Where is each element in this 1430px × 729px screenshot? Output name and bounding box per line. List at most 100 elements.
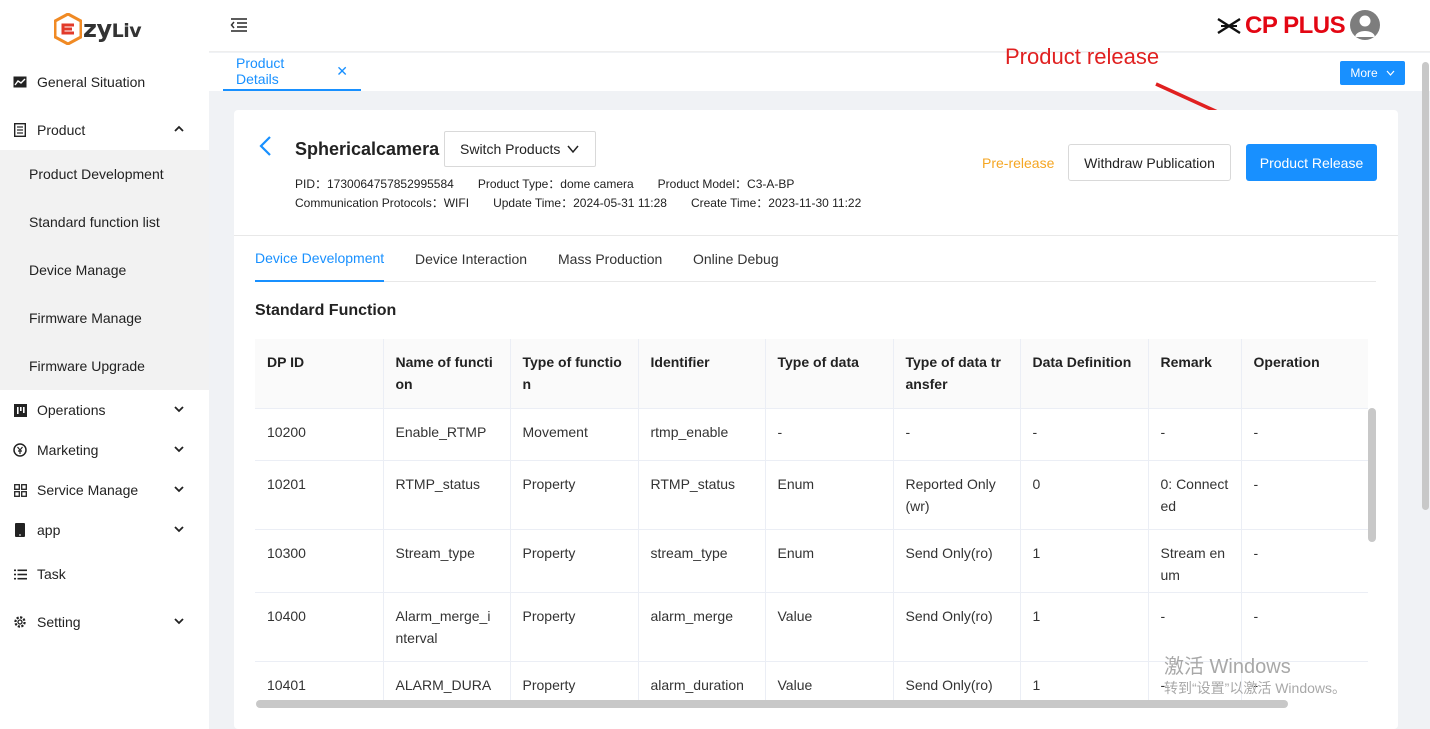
more-button[interactable]: More — [1340, 61, 1405, 85]
column-header: Identifier — [638, 339, 766, 409]
table-cell: Stream_type — [383, 529, 511, 593]
table-cell: 0: Connected — [1148, 460, 1242, 530]
table-cell: 10201 — [255, 460, 384, 530]
table-cell: - — [1241, 408, 1368, 461]
phone-icon — [13, 523, 27, 537]
sidebar-subitem-standard-function-list[interactable]: Standard function list — [0, 198, 209, 246]
column-header: Type of data — [765, 339, 894, 409]
more-label: More — [1350, 66, 1378, 80]
sidebar-subitem-firmware-upgrade[interactable]: Firmware Upgrade — [0, 342, 209, 390]
sidebar-subitem-product-development[interactable]: Product Development — [0, 150, 209, 198]
table-cell: stream_type — [638, 529, 766, 593]
tab-mass-production[interactable]: Mass Production — [558, 236, 662, 282]
table-cell: alarm_merge — [638, 592, 766, 662]
table-cell: Send Only(ro) — [893, 529, 1021, 593]
sidebar-item-operations[interactable]: Operations — [0, 390, 209, 430]
table-horizontal-scrollbar[interactable] — [256, 700, 1288, 708]
sidebar-item-service-manage[interactable]: Service Manage — [0, 470, 209, 510]
chevron-down-icon — [174, 486, 184, 493]
table-cell: Property — [510, 460, 639, 530]
back-arrow-icon[interactable] — [256, 134, 274, 158]
user-icon — [1355, 15, 1375, 37]
top-header: CP PLUS — [209, 0, 1430, 52]
switch-products-dropdown[interactable]: Switch Products — [444, 131, 596, 167]
cp-plus-logo: CP PLUS — [1217, 12, 1346, 40]
cp-plus-logo-mark — [1217, 17, 1241, 35]
sidebar-item-label: Setting — [37, 614, 81, 630]
tab-device-development[interactable]: Device Development — [255, 236, 385, 282]
activation-watermark-subtitle: 转到“设置”以激活 Windows。 — [1164, 680, 1347, 696]
table-cell: 10200 — [255, 408, 384, 461]
sidebar-item-label: app — [37, 522, 61, 538]
table-cell: RTMP_status — [638, 460, 766, 530]
sidebar-item-product[interactable]: Product — [0, 110, 209, 150]
column-header: Type of data transfer — [893, 339, 1021, 409]
ezyliv-logo-mark — [54, 13, 82, 45]
sidebar-subitem-device-manage[interactable]: Device Manage — [0, 246, 209, 294]
table-vertical-scrollbar[interactable] — [1368, 408, 1376, 542]
table-cell: Property — [510, 592, 639, 662]
table-cell: Movement — [510, 408, 639, 461]
section-title: Standard Function — [255, 302, 397, 319]
table-cell: 0 — [1020, 460, 1149, 530]
column-header: Operation — [1241, 339, 1368, 409]
table-cell: 1 — [1020, 592, 1149, 662]
tab-label: Product Details — [236, 55, 285, 87]
chevron-down-icon — [1386, 68, 1395, 79]
table-row: 10200 Enable_RTMP Movement rtmp_enable - - - - - — [255, 408, 1368, 461]
gear-icon — [13, 615, 27, 629]
product-type: Product Type：dome camera — [477, 177, 634, 191]
sidebar-item-setting[interactable]: Setting — [0, 602, 209, 642]
table-cell: rtmp_enable — [638, 408, 766, 461]
table-cell: - — [1241, 529, 1368, 593]
status-badge: Pre-release — [982, 155, 1055, 171]
product-release-button[interactable]: Product Release — [1246, 144, 1377, 181]
user-avatar[interactable] — [1350, 10, 1380, 40]
sidebar-subitem-label: Device Manage — [29, 262, 127, 278]
tab-product-details[interactable]: Product Details ✕ — [223, 53, 361, 91]
table-cell: Property — [510, 529, 639, 593]
logo-text: zyLiv — [83, 15, 142, 43]
sidebar-item-marketing[interactable]: Marketing — [0, 430, 209, 470]
table-cell: Reported Only(wr) — [893, 460, 1021, 530]
chevron-down-icon — [567, 145, 579, 154]
table-row: 10300 Stream_type Property stream_type Enum S… — [255, 529, 1368, 593]
tab-online-debug[interactable]: Online Debug — [693, 236, 779, 282]
detail-tabs: Device Development Device Interaction Ma… — [255, 236, 1376, 282]
collapse-menu-icon[interactable] — [230, 17, 248, 33]
tab-device-interaction[interactable]: Device Interaction — [415, 236, 527, 282]
sidebar-item-task[interactable]: Task — [0, 554, 209, 594]
sidebar-item-app[interactable]: app — [0, 510, 209, 550]
sidebar-subitem-label: Firmware Upgrade — [29, 358, 145, 374]
sidebar: zyLiv General Situation Product Product … — [0, 0, 209, 729]
column-header: DP ID — [255, 339, 384, 409]
product-pid: PID：1730064757852995584 — [295, 177, 454, 191]
table-cell: Enum — [765, 460, 894, 530]
table-cell: - — [893, 408, 1021, 461]
sidebar-item-general-situation[interactable]: General Situation — [0, 62, 209, 102]
table-cell: 10400 — [255, 592, 384, 662]
table-row: 10201 RTMP_status Property RTMP_status Enum R… — [255, 460, 1368, 530]
column-header: Type of function — [510, 339, 639, 409]
activation-watermark-title: 激活 Windows — [1164, 656, 1291, 678]
column-header: Data Definition — [1020, 339, 1149, 409]
list-icon — [13, 567, 27, 581]
annotation-label: Product release — [1005, 44, 1160, 69]
table-cell: 1 — [1020, 529, 1149, 593]
sidebar-item-label: Product — [37, 122, 86, 138]
sidebar-item-label: Marketing — [37, 442, 99, 458]
table-cell: - — [1241, 460, 1368, 530]
currency-icon — [13, 443, 27, 457]
sidebar-subitem-firmware-manage[interactable]: Firmware Manage — [0, 294, 209, 342]
document-icon — [13, 123, 27, 137]
withdraw-publication-button[interactable]: Withdraw Publication — [1068, 144, 1231, 181]
table-cell: Stream enum — [1148, 529, 1242, 593]
ezyliv-logo[interactable]: zyLiv — [54, 12, 142, 46]
table-cell: Enable_RTMP — [383, 408, 511, 461]
table-header-row: DP ID Name of function Type of function … — [255, 339, 1368, 409]
close-icon[interactable]: ✕ — [336, 63, 348, 80]
chevron-down-icon — [174, 618, 184, 625]
page-scrollbar[interactable] — [1422, 62, 1429, 510]
product-create-time: Create Time：2023-11-30 11:22 — [690, 196, 862, 210]
sidebar-subitem-label: Standard function list — [29, 214, 160, 230]
